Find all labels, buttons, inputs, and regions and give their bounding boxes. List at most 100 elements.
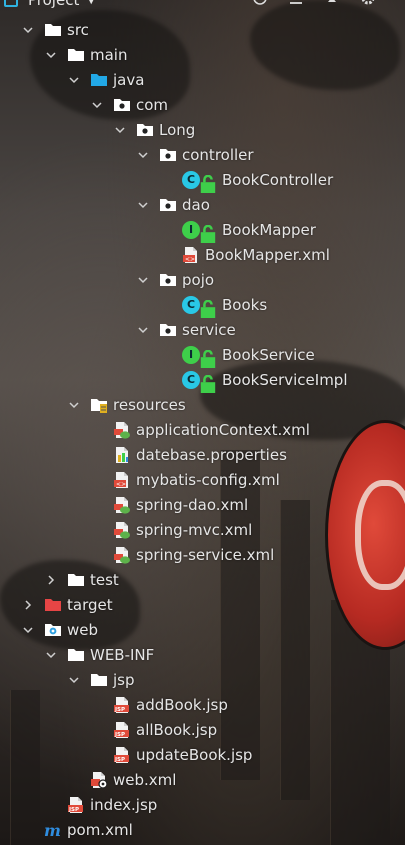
- tree-node-label: com: [136, 95, 169, 114]
- tree-node-index-jsp[interactable]: JSP index.jsp: [45, 792, 157, 817]
- tree-node-main[interactable]: main: [45, 42, 127, 67]
- tree-node-label: resources: [113, 395, 186, 414]
- chevron-down-icon[interactable]: [22, 24, 34, 36]
- tree-node-label: mybatis-config.xml: [136, 470, 280, 489]
- tree-node-test[interactable]: test: [45, 567, 119, 592]
- tree-node-bookservice[interactable]: I BookService: [160, 342, 315, 368]
- project-view-title[interactable]: Project: [28, 0, 79, 9]
- tree-node-spring-service-xml[interactable]: spring-service.xml: [91, 542, 274, 567]
- tree-node-src[interactable]: src: [22, 17, 89, 42]
- tree-node-addbook-jsp[interactable]: JSP addBook.jsp: [91, 692, 228, 717]
- svg-text:<>: <>: [116, 481, 126, 488]
- tree-node-dao[interactable]: dao: [137, 192, 210, 217]
- tree-node-label: main: [90, 45, 128, 64]
- tree-node-label: web: [67, 620, 99, 639]
- tree-node-updatebook-jsp[interactable]: JSP updateBook.jsp: [91, 742, 252, 767]
- tree-node-label: controller: [182, 145, 254, 164]
- chevron-down-icon[interactable]: [91, 99, 103, 111]
- chevron-down-icon[interactable]: [68, 399, 80, 411]
- project-toolbar: Project ▼: [0, 0, 405, 11]
- tree-node-spring-dao-xml[interactable]: spring-dao.xml: [91, 492, 248, 517]
- interface-icon: I: [182, 345, 216, 368]
- tree-node-web-xml[interactable]: web.xml: [68, 767, 176, 792]
- tree-node-label: datebase.properties: [136, 445, 287, 464]
- chevron-down-icon[interactable]: [68, 674, 80, 686]
- tree-node-label: BookMapper.xml: [205, 245, 330, 264]
- tree-node-label: jsp: [113, 670, 135, 689]
- public-lock-icon: [199, 299, 216, 318]
- expand-all-icon[interactable]: [287, 0, 305, 7]
- chevron-down-icon[interactable]: [45, 49, 57, 61]
- chevron-down-icon[interactable]: [45, 649, 57, 661]
- chevron-right-icon[interactable]: [45, 574, 57, 586]
- source-folder-icon: [90, 71, 108, 89]
- jsp-icon: JSP: [67, 796, 85, 814]
- public-lock-icon: [199, 349, 216, 368]
- tree-node-label: test: [90, 570, 119, 589]
- package-icon: [159, 321, 177, 339]
- chevron-down-icon[interactable]: [137, 324, 149, 336]
- tree-node-label: pojo: [182, 270, 215, 289]
- folder-icon: [67, 46, 85, 64]
- chevron-down-icon[interactable]: [137, 274, 149, 286]
- web-folder-icon: [44, 621, 62, 639]
- chevron-right-icon[interactable]: [22, 599, 34, 611]
- tree-node-pom-xml[interactable]: m pom.xml: [22, 817, 133, 842]
- tree-node-label: BookServiceImpl: [222, 370, 348, 389]
- excluded-folder-icon: [44, 596, 62, 614]
- tree-node-service[interactable]: service: [137, 317, 236, 342]
- tree-node-label: allBook.jsp: [136, 720, 218, 739]
- public-lock-icon: [199, 374, 216, 393]
- gear-icon[interactable]: [359, 0, 377, 7]
- chevron-down-icon[interactable]: [68, 74, 80, 86]
- package-icon: [159, 196, 177, 214]
- jsp-icon: JSP: [113, 696, 131, 714]
- class-icon: C: [182, 170, 216, 193]
- tree-node-label: spring-mvc.xml: [136, 520, 253, 539]
- tree-node-applicationcontext-xml[interactable]: applicationContext.xml: [91, 417, 310, 442]
- resources-folder-icon: [90, 396, 108, 414]
- tree-node-long[interactable]: Long: [114, 117, 195, 142]
- tree-node-label: Books: [222, 295, 268, 314]
- tree-node-label: web.xml: [113, 770, 177, 789]
- chevron-down-icon[interactable]: [114, 124, 126, 136]
- tree-node-mybatis-config-xml[interactable]: <> mybatis-config.xml: [91, 467, 280, 492]
- tree-node-jsp[interactable]: jsp: [68, 667, 135, 692]
- tree-node-controller[interactable]: controller: [137, 142, 254, 167]
- tree-node-bookmapper-xml[interactable]: <> BookMapper.xml: [160, 242, 330, 267]
- spring-xml-icon: [113, 496, 131, 514]
- tree-node-books[interactable]: C Books: [160, 292, 268, 318]
- mybatis-xml-icon: <>: [113, 471, 131, 489]
- mybatis-xml-icon: <>: [182, 246, 200, 264]
- collapse-all-icon[interactable]: [323, 0, 341, 7]
- tree-node-spring-mvc-xml[interactable]: spring-mvc.xml: [91, 517, 252, 542]
- tree-node-web-inf[interactable]: WEB-INF: [45, 642, 154, 667]
- tree-node-com[interactable]: com: [91, 92, 168, 117]
- spring-xml-icon: [113, 521, 131, 539]
- tree-node-label: updateBook.jsp: [136, 745, 253, 764]
- tree-node-bookmapper[interactable]: I BookMapper: [160, 217, 316, 243]
- tree-node-bookserviceimpl[interactable]: C BookServiceImpl: [160, 367, 348, 393]
- public-lock-icon: [199, 224, 216, 243]
- tree-node-java[interactable]: java: [68, 67, 144, 92]
- tree-node-datebase-properties[interactable]: datebase.properties: [91, 442, 287, 467]
- chevron-down-icon[interactable]: ▼: [87, 0, 95, 6]
- spring-xml-icon: [113, 546, 131, 564]
- chevron-down-icon[interactable]: [22, 624, 34, 636]
- tree-node-target[interactable]: target: [22, 592, 113, 617]
- tree-node-resources[interactable]: resources: [68, 392, 186, 417]
- package-icon: [159, 146, 177, 164]
- tree-node-pojo[interactable]: pojo: [137, 267, 214, 292]
- tree-node-web[interactable]: web: [22, 617, 98, 642]
- chevron-down-icon[interactable]: [137, 149, 149, 161]
- tree-node-bookcontroller[interactable]: C BookController: [160, 167, 334, 193]
- tree-node-label: java: [113, 70, 145, 89]
- folder-icon: [67, 571, 85, 589]
- class-icon: C: [182, 370, 216, 393]
- chevron-down-icon[interactable]: [137, 199, 149, 211]
- tree-node-label: BookController: [222, 170, 334, 189]
- tree-node-label: BookMapper: [222, 220, 316, 239]
- folder-icon: [44, 21, 62, 39]
- tree-node-allbook-jsp[interactable]: JSP allBook.jsp: [91, 717, 217, 742]
- locate-icon[interactable]: [251, 0, 269, 7]
